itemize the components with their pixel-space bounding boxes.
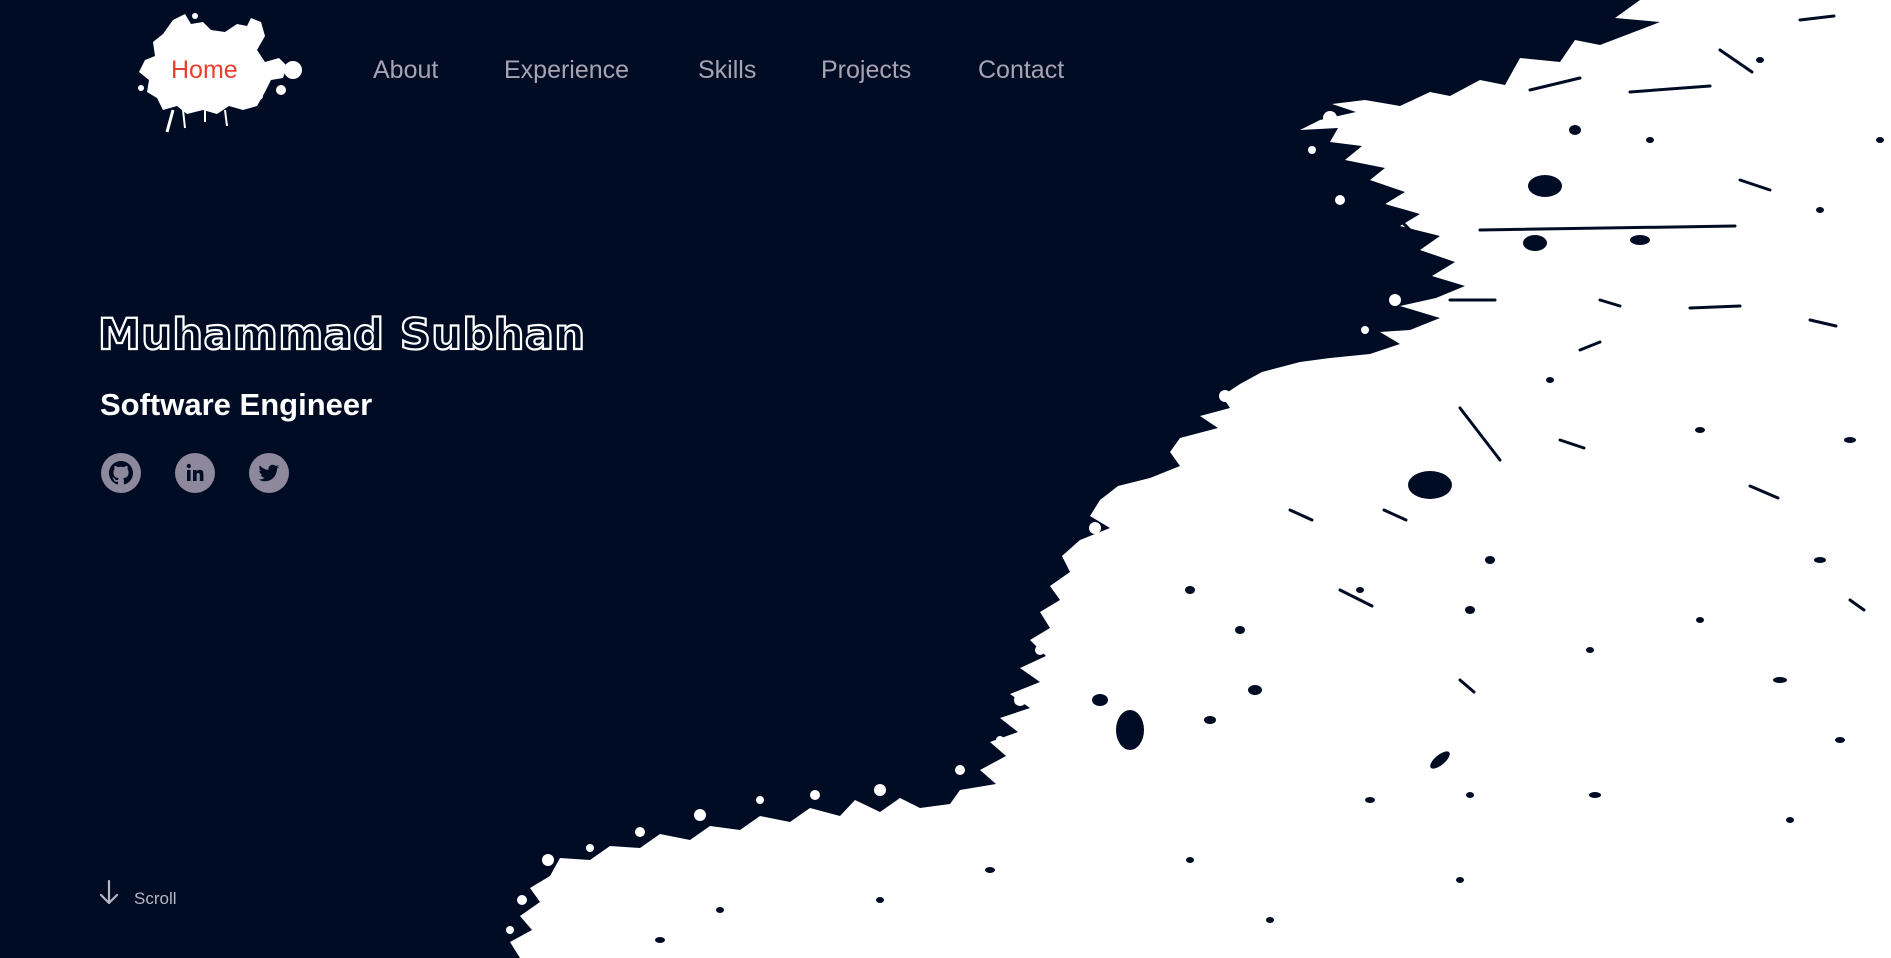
- nav-item-projects[interactable]: Projects: [821, 56, 911, 85]
- scroll-label: Scroll: [134, 889, 177, 908]
- main-navigation: Home About Experience Skills Projects Co…: [0, 0, 1200, 140]
- github-icon: [109, 461, 133, 485]
- twitter-icon: [258, 464, 279, 482]
- scroll-indicator[interactable]: Scroll: [98, 878, 198, 914]
- github-link[interactable]: [101, 453, 141, 493]
- linkedin-icon: [186, 463, 204, 481]
- portfolio-page: Home About Experience Skills Projects Co…: [0, 0, 1891, 958]
- twitter-link[interactable]: [249, 453, 289, 493]
- linkedin-link[interactable]: [175, 453, 215, 493]
- nav-item-experience[interactable]: Experience: [504, 56, 629, 85]
- hero-role: Software Engineer: [100, 387, 373, 422]
- arrow-down-icon: [99, 879, 119, 905]
- nav-item-skills[interactable]: Skills: [698, 56, 756, 85]
- nav-item-about[interactable]: About: [373, 56, 438, 85]
- nav-item-home[interactable]: Home: [171, 56, 238, 85]
- hero-name: Muhammad Subhan: [97, 309, 586, 361]
- nav-item-contact[interactable]: Contact: [978, 56, 1064, 85]
